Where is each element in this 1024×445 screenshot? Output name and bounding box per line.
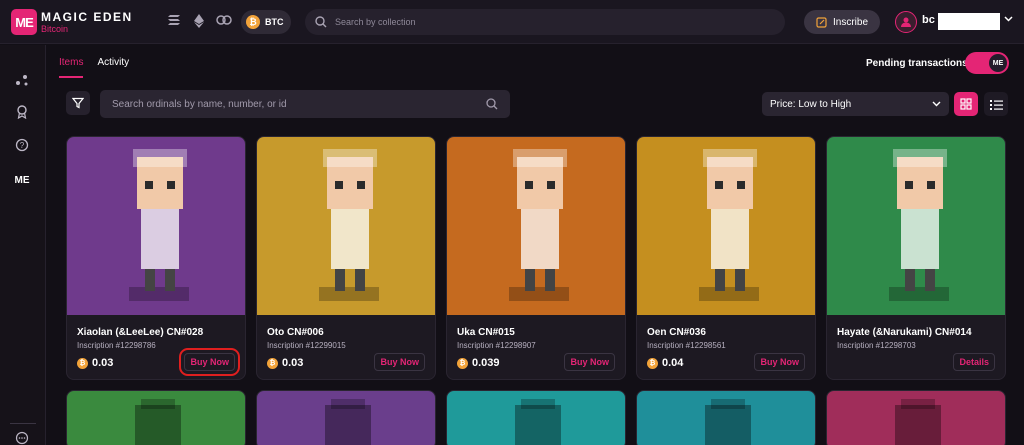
item-card[interactable]: Xiaolan (&LeeLee) CN#028 Inscription #122… [66,136,246,380]
chain-selector[interactable]: ₿ BTC [241,10,291,34]
bitcoin-icon: ₿ [647,357,658,369]
item-inscription: Inscription #12299015 [267,341,346,350]
item-price: ₿ 0.04 [647,357,683,369]
magic-eden-logo[interactable]: ME [11,9,37,35]
item-card[interactable]: Hayate (&Narukami) CN#014 Inscription #12… [826,136,1006,380]
search-icon[interactable] [486,98,498,110]
ordinals-search-input[interactable] [112,98,486,110]
inscribe-button[interactable]: Inscribe [804,10,880,34]
item-card[interactable] [636,390,816,445]
launchpad-icon[interactable] [13,73,31,91]
item-card[interactable] [446,390,626,445]
item-image[interactable] [447,137,625,315]
chain-label: BTC [265,17,284,27]
item-card[interactable] [66,390,246,445]
polygon-icon[interactable] [216,14,232,30]
bitcoin-icon: ₿ [267,357,278,369]
item-inscription: Inscription #12298786 [77,341,156,350]
item-card[interactable]: Oto CN#006 Inscription #12299015 ₿ 0.03 Buy … [256,136,436,380]
item-price-value: 0.039 [472,357,500,369]
buy-now-button[interactable]: Buy Now [754,353,805,371]
item-name[interactable]: Oto CN#006 [267,327,324,338]
item-price-value: 0.03 [282,357,304,369]
item-image[interactable] [827,137,1005,315]
left-sidebar: ? ME [0,45,46,445]
top-nav: ME MAGIC EDEN Bitcoin ₿ BTC Inscribe bc [0,0,1024,44]
item-image[interactable] [67,137,245,315]
item-image[interactable] [637,137,815,315]
pending-transactions-toggle[interactable]: ME [965,52,1009,74]
item-name[interactable]: Uka CN#015 [457,327,515,338]
list-view-button[interactable] [984,92,1008,116]
search-icon [315,16,327,28]
rewards-icon[interactable] [13,105,31,123]
wallet-address[interactable]: bc [922,14,935,26]
item-price: ₿ 0.03 [267,357,303,369]
user-icon [901,17,911,27]
item-price-value: 0.03 [92,357,114,369]
solana-icon[interactable] [166,14,182,30]
magic-eden-icon[interactable]: ME [13,172,31,190]
sort-value: Price: Low to High [770,98,852,110]
bitcoin-icon: ₿ [457,357,468,369]
buy-now-button[interactable]: Buy Now [564,353,615,371]
toggle-knob: ME [989,54,1007,72]
item-card[interactable] [256,390,436,445]
item-name[interactable]: Xiaolan (&LeeLee) CN#028 [77,327,203,338]
item-name[interactable]: Oen CN#036 [647,327,706,338]
help-icon[interactable]: ? [13,138,31,156]
brand-subtitle: Bitcoin [41,24,69,34]
tab-activity[interactable]: Activity [97,57,129,78]
collection-search-input[interactable] [335,17,775,27]
item-inscription: Inscription #12298561 [647,341,726,350]
chevron-down-icon[interactable] [1004,14,1013,25]
item-name[interactable]: Hayate (&Narukami) CN#014 [837,327,972,338]
ordinals-search[interactable] [100,90,510,118]
item-price: ₿ 0.039 [457,357,500,369]
brand-name: MAGIC EDEN [41,10,133,24]
details-button[interactable]: Details [953,353,995,371]
divider [10,423,36,424]
item-price-value: 0.04 [662,357,684,369]
item-card[interactable] [826,390,1006,445]
buy-now-button[interactable]: Buy Now [374,353,425,371]
filter-button[interactable] [66,91,90,115]
ethereum-icon[interactable] [191,14,207,30]
bitcoin-icon: ₿ [77,357,88,369]
item-inscription: Inscription #12298703 [837,341,916,350]
collection-search[interactable] [305,9,785,35]
list-icon [989,99,1003,110]
item-card[interactable]: Uka CN#015 Inscription #12298907 ₿ 0.039 Buy… [446,136,626,380]
bitcoin-icon: ₿ [246,15,260,29]
item-inscription: Inscription #12298907 [457,341,536,350]
svg-text:?: ? [20,141,25,150]
item-image[interactable] [257,137,435,315]
content-tabs: Items Activity [59,57,129,78]
more-icon[interactable] [13,431,31,445]
buy-now-button[interactable]: Buy Now [179,348,240,376]
edit-icon [816,16,827,28]
sort-dropdown[interactable]: Price: Low to High [762,92,949,116]
item-price: ₿ 0.03 [77,357,113,369]
filter-icon [72,97,84,109]
tab-items[interactable]: Items [59,57,84,78]
avatar[interactable] [895,11,917,33]
chevron-down-icon [932,101,941,107]
wallet-address-redacted [938,13,1000,30]
grid-icon [960,98,972,110]
inscribe-label: Inscribe [832,16,868,28]
grid-view-button[interactable] [954,92,978,116]
pending-transactions-label: Pending transactions [866,58,968,69]
item-card[interactable]: Oen CN#036 Inscription #12298561 ₿ 0.04 Buy … [636,136,816,380]
